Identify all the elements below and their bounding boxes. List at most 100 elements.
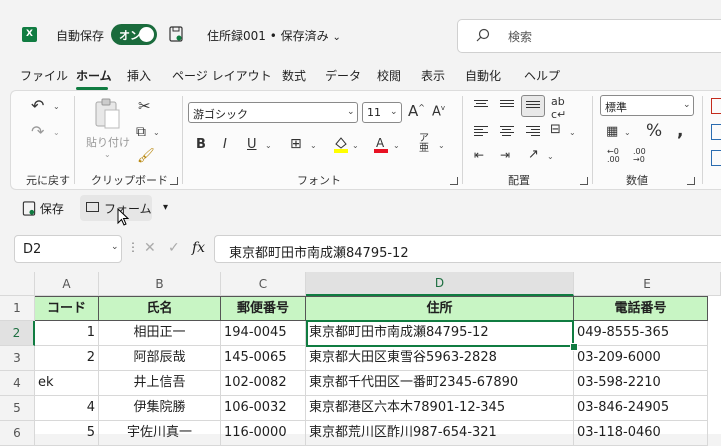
chevron-down-icon[interactable]: ⌄ [438,141,445,150]
align-center-icon[interactable] [500,126,514,136]
chevron-down-icon[interactable]: ⌄ [393,141,400,150]
chevron-down-icon[interactable]: ⌄ [569,128,576,137]
align-middle-icon[interactable] [500,100,514,110]
tab-home[interactable]: ホーム [76,67,112,84]
save-icon[interactable] [169,26,183,42]
phonetic-icon[interactable]: ア亜 [419,134,429,154]
table-cell[interactable]: 東京都千代田区一番町2345-67890 [306,371,574,396]
select-all-corner[interactable] [0,272,35,296]
chevron-down-icon[interactable]: ⌄ [153,128,160,137]
chevron-down-icon[interactable]: ⌄ [265,141,272,150]
table-cell[interactable]: 03-598-2210 [574,371,708,396]
table-cell[interactable]: 東京都大田区東雪谷5963-2828 [306,346,574,371]
row-header-3[interactable]: 3 [0,346,35,371]
table-cell[interactable]: 東京都港区六本木78901-12-345 [306,396,574,421]
tab-data[interactable]: データ [325,67,361,84]
merge-center-icon[interactable]: ⊟ [550,122,561,137]
cell-styles-icon[interactable] [711,150,721,166]
fill-color-icon[interactable] [333,135,349,153]
font-name-select[interactable]: 游ゴシック ⌄ [188,102,358,123]
decrease-decimal-icon[interactable]: .00 →0 [633,148,646,164]
align-top-icon[interactable] [474,100,488,110]
table-cell[interactable]: 井上信吾 [99,371,221,396]
chevron-down-icon[interactable]: ⌄ [53,128,60,137]
chevron-down-icon[interactable]: ⌄ [104,150,111,159]
formula-input[interactable]: 東京都町田市南成瀬84795-12 [214,235,721,263]
clipboard-launcher-icon[interactable] [170,177,178,185]
column-header-c[interactable]: C [221,272,306,296]
borders-icon[interactable]: ⊞ [290,136,302,152]
table-cell[interactable]: 145-0065 [221,346,306,371]
qat-form-button[interactable]: フォーム [80,195,152,221]
increase-decimal-icon[interactable]: ←0.00 [607,148,620,164]
document-title[interactable]: 住所録001 • 保存済み ⌄ [207,27,341,44]
chevron-down-icon[interactable]: ⌄ [352,141,359,150]
increase-indent-icon[interactable]: ⇥ [500,148,510,162]
copy-icon[interactable]: ⧉ [136,124,146,140]
table-cell[interactable]: 102-0082 [221,371,306,396]
row-header-2[interactable]: 2 [0,321,35,346]
table-cell[interactable]: 伊集院勝 [99,396,221,421]
cut-icon[interactable]: ✂ [138,97,151,115]
tab-file[interactable]: ファイル [20,67,68,84]
format-painter-icon[interactable]: 🖌 [137,148,155,164]
cancel-icon[interactable]: ✕ [144,240,156,256]
enter-icon[interactable]: ✓ [168,240,180,256]
format-as-table-icon[interactable] [711,124,721,140]
header-cell[interactable]: コード [35,296,99,321]
align-bottom-button[interactable] [521,95,545,117]
fill-handle[interactable] [570,343,578,351]
redo-icon[interactable]: ↷ [31,122,44,141]
header-cell[interactable]: 住所 [306,296,574,321]
underline-icon[interactable]: U [247,137,257,152]
header-cell[interactable]: 郵便番号 [221,296,306,321]
qat-save-button[interactable]: 保存 [22,200,64,217]
comma-style-icon[interactable]: , [677,121,683,141]
table-cell[interactable]: 東京都町田市南成瀬84795-12 [306,321,574,346]
table-cell[interactable]: 03-846-24905 [574,396,708,421]
table-cell[interactable]: 049-8555-365 [574,321,708,346]
name-box[interactable]: D2 ⌄ [14,235,122,263]
table-cell[interactable]: 03-209-6000 [574,346,708,371]
autosave-toggle[interactable]: オン [111,24,157,45]
accounting-format-icon[interactable]: ▦ [606,124,618,139]
row-header-1[interactable]: 1 [0,296,35,321]
undo-icon[interactable]: ↶ [31,96,44,115]
tab-formulas[interactable]: 数式 [282,67,306,84]
table-cell[interactable]: 相田正一 [99,321,221,346]
italic-icon[interactable]: I [223,137,227,152]
table-cell[interactable]: 2 [35,346,99,371]
table-cell[interactable]: 194-0045 [221,321,306,346]
tab-page-layout[interactable]: ページ レイアウト [172,67,272,84]
chevron-down-icon[interactable]: ⌄ [53,102,60,111]
more-icon[interactable]: ⋮ [127,240,139,254]
chevron-down-icon[interactable]: ⌄ [624,128,631,137]
header-cell[interactable]: 電話番号 [574,296,708,321]
alignment-launcher-icon[interactable] [580,177,588,185]
tab-automate[interactable]: 自動化 [465,67,501,84]
customize-qat-icon[interactable]: ▾ [163,202,168,213]
tab-review[interactable]: 校閲 [377,67,401,84]
insert-function-icon[interactable]: fx [192,240,205,256]
number-format-select[interactable]: 標準 ⌄ [600,95,694,116]
decrease-font-icon[interactable]: Av [432,104,445,119]
row-header-5[interactable]: 5 [0,396,35,421]
tab-view[interactable]: 表示 [421,67,445,84]
tab-insert[interactable]: 挿入 [127,67,151,84]
paste-icon[interactable] [93,98,121,130]
column-header-e[interactable]: E [574,272,721,296]
table-cell[interactable]: 阿部辰哉 [99,346,221,371]
chevron-down-icon[interactable]: ⌄ [547,152,554,161]
conditional-format-icon[interactable] [711,98,721,114]
font-launcher-icon[interactable] [450,177,458,185]
column-header-d[interactable]: D [306,272,574,296]
increase-font-icon[interactable]: A^ [408,102,425,120]
header-cell[interactable]: 氏名 [99,296,221,321]
row-header-4[interactable]: 4 [0,371,35,396]
table-cell[interactable]: ek [35,371,99,396]
percent-icon[interactable]: % [646,121,662,141]
decrease-indent-icon[interactable]: ⇤ [474,148,484,162]
number-launcher-icon[interactable] [687,177,695,185]
tab-help[interactable]: ヘルプ [524,67,560,84]
align-right-icon[interactable] [526,126,540,136]
